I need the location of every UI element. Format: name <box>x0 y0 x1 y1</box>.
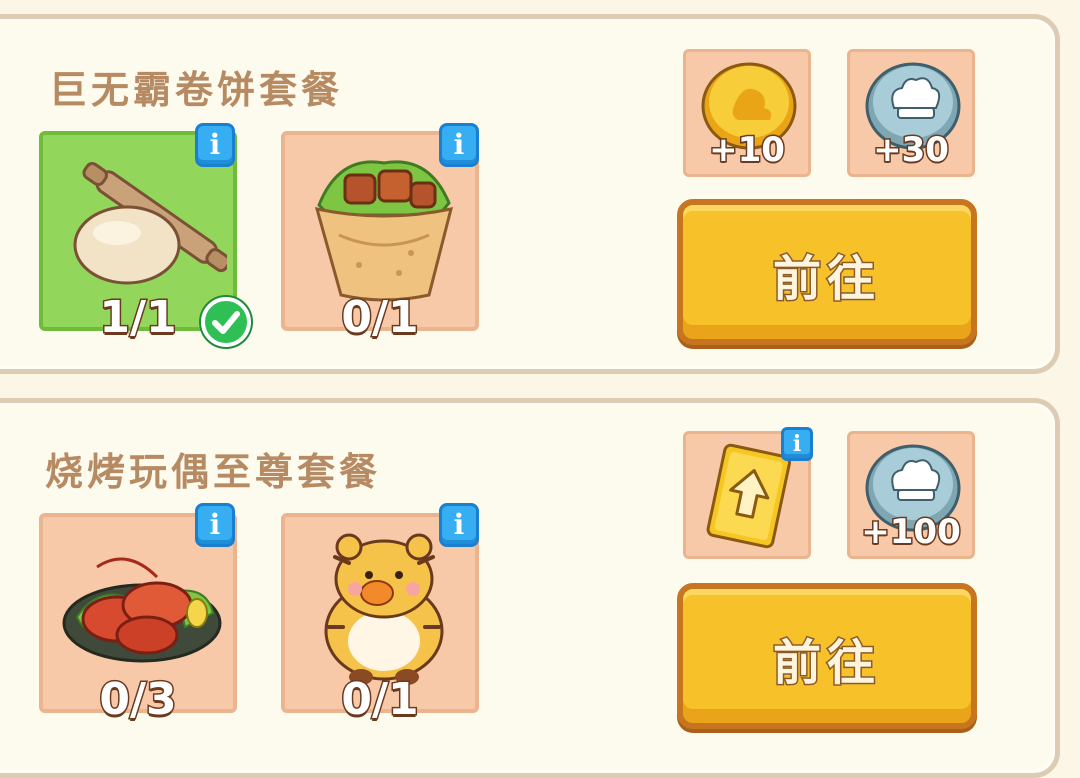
check-icon <box>201 297 251 347</box>
info-icon[interactable]: i <box>781 427 813 461</box>
reward-chef-coin: +100 <box>847 431 975 559</box>
pack-panel-2: 烧烤玩偶至尊套餐 0/3 i 0/1 i i +100 前往 <box>0 398 1060 778</box>
reward-amount: +10 <box>708 129 787 172</box>
ingredient-count: 0/1 <box>340 291 420 345</box>
info-icon[interactable]: i <box>195 123 235 167</box>
pack-title: 巨无霸卷饼套餐 <box>49 68 344 112</box>
dough-rolling-pin-image <box>73 162 227 285</box>
go-button[interactable]: 前往 <box>677 583 977 729</box>
pack-title: 烧烤玩偶至尊套餐 <box>45 450 382 494</box>
ingredient-count: 0/1 <box>340 673 420 727</box>
info-icon[interactable]: i <box>439 123 479 167</box>
reward-amount: +30 <box>872 129 951 172</box>
ingredient-count: 0/3 <box>98 673 178 727</box>
go-button-label: 前往 <box>771 634 881 693</box>
reward-amount: +100 <box>860 511 962 554</box>
reward-gold-coin: +10 <box>683 49 811 177</box>
reward-chef-coin: +30 <box>847 49 975 177</box>
tiger-plush-doll-image <box>324 533 444 685</box>
wrap-burrito-image <box>314 160 454 302</box>
go-button[interactable]: 前往 <box>677 199 977 345</box>
crayfish-plate-image <box>62 557 222 663</box>
info-icon[interactable]: i <box>439 503 479 547</box>
pack-panel-1: 巨无霸卷饼套餐 1/1 i 0/1 i +10 +30 前往 <box>0 14 1060 374</box>
go-button-label: 前往 <box>771 250 881 309</box>
info-icon[interactable]: i <box>195 503 235 547</box>
